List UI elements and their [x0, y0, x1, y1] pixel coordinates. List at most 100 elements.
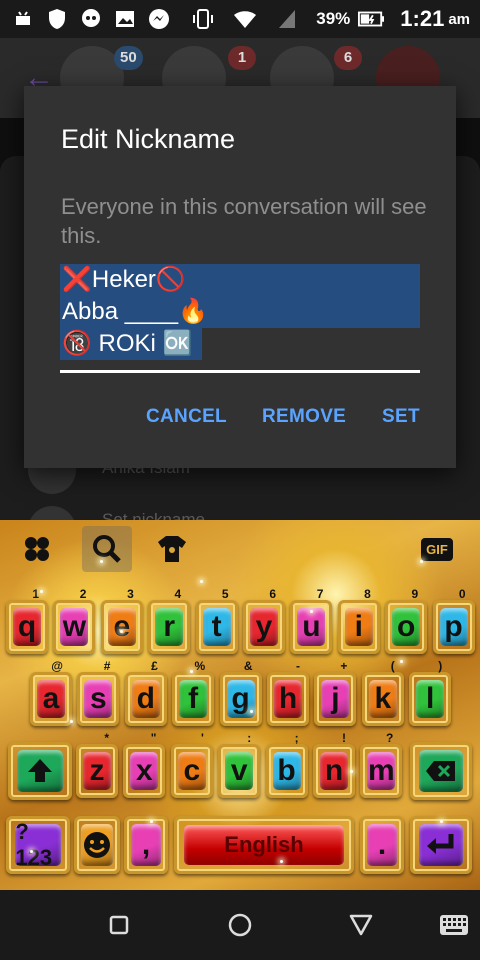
enter-key[interactable]: [410, 816, 472, 874]
key-gem: k: [368, 679, 397, 719]
key-a[interactable]: a @: [30, 659, 72, 726]
key-hint: (: [390, 659, 395, 673]
back-triangle-icon[interactable]: [346, 910, 376, 940]
key-hint: &: [243, 659, 253, 673]
key-v[interactable]: v:: [218, 731, 261, 798]
image-icon: [112, 8, 138, 30]
screen: 39% 1:21 am ← 50 1 6 Anika Islam Set nic…: [0, 0, 480, 960]
key-n[interactable]: n!: [313, 731, 355, 798]
key-f[interactable]: f%: [172, 659, 215, 726]
vibrate-icon: [190, 8, 216, 30]
key-gem: o: [392, 607, 421, 647]
menu-icon[interactable]: [20, 532, 54, 566]
key-t[interactable]: t5: [195, 587, 238, 654]
recents-square-icon[interactable]: [104, 910, 134, 940]
signal-icon: [274, 8, 300, 30]
key-b[interactable]: b;: [265, 731, 308, 798]
key-w[interactable]: w2: [53, 587, 96, 654]
key-gem: p: [439, 607, 468, 647]
key-hint: 6: [269, 587, 276, 601]
key-hint: @: [51, 659, 63, 673]
messenger-icon: [146, 8, 172, 30]
sparkle: [70, 720, 73, 723]
key-l[interactable]: l): [409, 659, 452, 726]
keyboard-icon[interactable]: [438, 910, 470, 940]
key-e[interactable]: e3: [100, 587, 143, 654]
sparkle: [420, 560, 423, 563]
key-gem: m: [367, 751, 396, 791]
status-bar: 39% 1:21 am: [0, 0, 480, 38]
key-z[interactable]: z *: [76, 731, 118, 798]
key-hint: ): [438, 659, 443, 673]
key-y[interactable]: y6: [243, 587, 285, 654]
navigation-bar: [0, 890, 480, 960]
enter-icon: [426, 834, 454, 854]
sparkle: [350, 770, 353, 773]
key-hint: -: [296, 659, 300, 673]
emoji-key[interactable]: [74, 816, 120, 874]
key-gem: r: [155, 607, 184, 647]
gif-label: GIF: [421, 537, 453, 561]
comma-key[interactable]: ,: [124, 816, 168, 874]
key-k[interactable]: k(: [361, 659, 404, 726]
key-hint: ": [150, 731, 157, 745]
key-hint: 4: [174, 587, 182, 601]
key-o[interactable]: o9: [385, 587, 428, 654]
unread-badge: 50: [114, 46, 143, 70]
key-x[interactable]: x ": [123, 731, 166, 798]
key-m[interactable]: m?: [360, 731, 403, 798]
key-gem: [81, 824, 113, 866]
shield-icon: [44, 8, 70, 30]
key-gem: q: [12, 607, 42, 647]
key-gem: d: [131, 679, 160, 719]
symbols-key[interactable]: ?123: [6, 816, 70, 874]
key-gem: ,: [131, 824, 161, 866]
shift-arrow-icon: [27, 759, 52, 782]
key-s[interactable]: s #: [77, 659, 120, 726]
key-q[interactable]: q1: [6, 587, 48, 654]
cancel-button[interactable]: CANCEL: [146, 406, 227, 428]
key-p[interactable]: p0: [432, 587, 475, 654]
home-circle-icon[interactable]: [225, 910, 255, 940]
key-hint: ;: [294, 731, 299, 745]
shift-key[interactable]: [8, 742, 72, 800]
set-button[interactable]: SET: [382, 406, 420, 428]
backspace-key[interactable]: [410, 742, 472, 800]
sparkle: [100, 560, 103, 563]
period-key[interactable]: .: [360, 816, 404, 874]
sparkle: [280, 860, 283, 863]
clock-time: 1:21: [400, 6, 445, 31]
key-h[interactable]: h-: [267, 659, 309, 726]
remove-button[interactable]: REMOVE: [262, 406, 346, 428]
key-g[interactable]: g &: [219, 659, 262, 726]
input-underline: [60, 370, 420, 373]
key-gem: j: [321, 679, 350, 719]
key-hint: 8: [364, 587, 371, 601]
key-j[interactable]: j +: [314, 659, 357, 726]
nickname-line: ❌Heker🚫: [60, 264, 420, 296]
nickname-line: Abba ____🔥: [60, 296, 420, 328]
clock-ampm: am: [448, 10, 470, 28]
key-gem: .: [367, 824, 397, 866]
key-hint: ': [200, 731, 204, 745]
nickname-line: 🔞 ROKi 🆗: [60, 328, 202, 360]
key-i[interactable]: i8: [337, 587, 380, 654]
key-hint: %: [194, 659, 206, 673]
key-gem: z: [82, 751, 112, 791]
theme-icon[interactable]: [154, 532, 190, 566]
space-key[interactable]: English: [174, 816, 354, 874]
key-hint: £: [151, 659, 158, 673]
key-c[interactable]: c ': [170, 731, 213, 798]
key-gem: [419, 750, 463, 792]
search-icon[interactable]: [82, 526, 132, 572]
gif-icon[interactable]: GIF: [420, 532, 454, 566]
nickname-input[interactable]: ❌Heker🚫 Abba ____🔥 🔞 ROKi 🆗: [60, 264, 420, 360]
sparkle: [150, 820, 153, 823]
key-d[interactable]: d £: [124, 659, 167, 726]
key-hint: +: [340, 659, 348, 673]
key-gem: [17, 750, 63, 792]
hangouts-icon: [78, 8, 104, 30]
key-gem: n: [319, 751, 349, 791]
key-u[interactable]: u7: [290, 587, 333, 654]
key-r[interactable]: r4: [148, 587, 191, 654]
